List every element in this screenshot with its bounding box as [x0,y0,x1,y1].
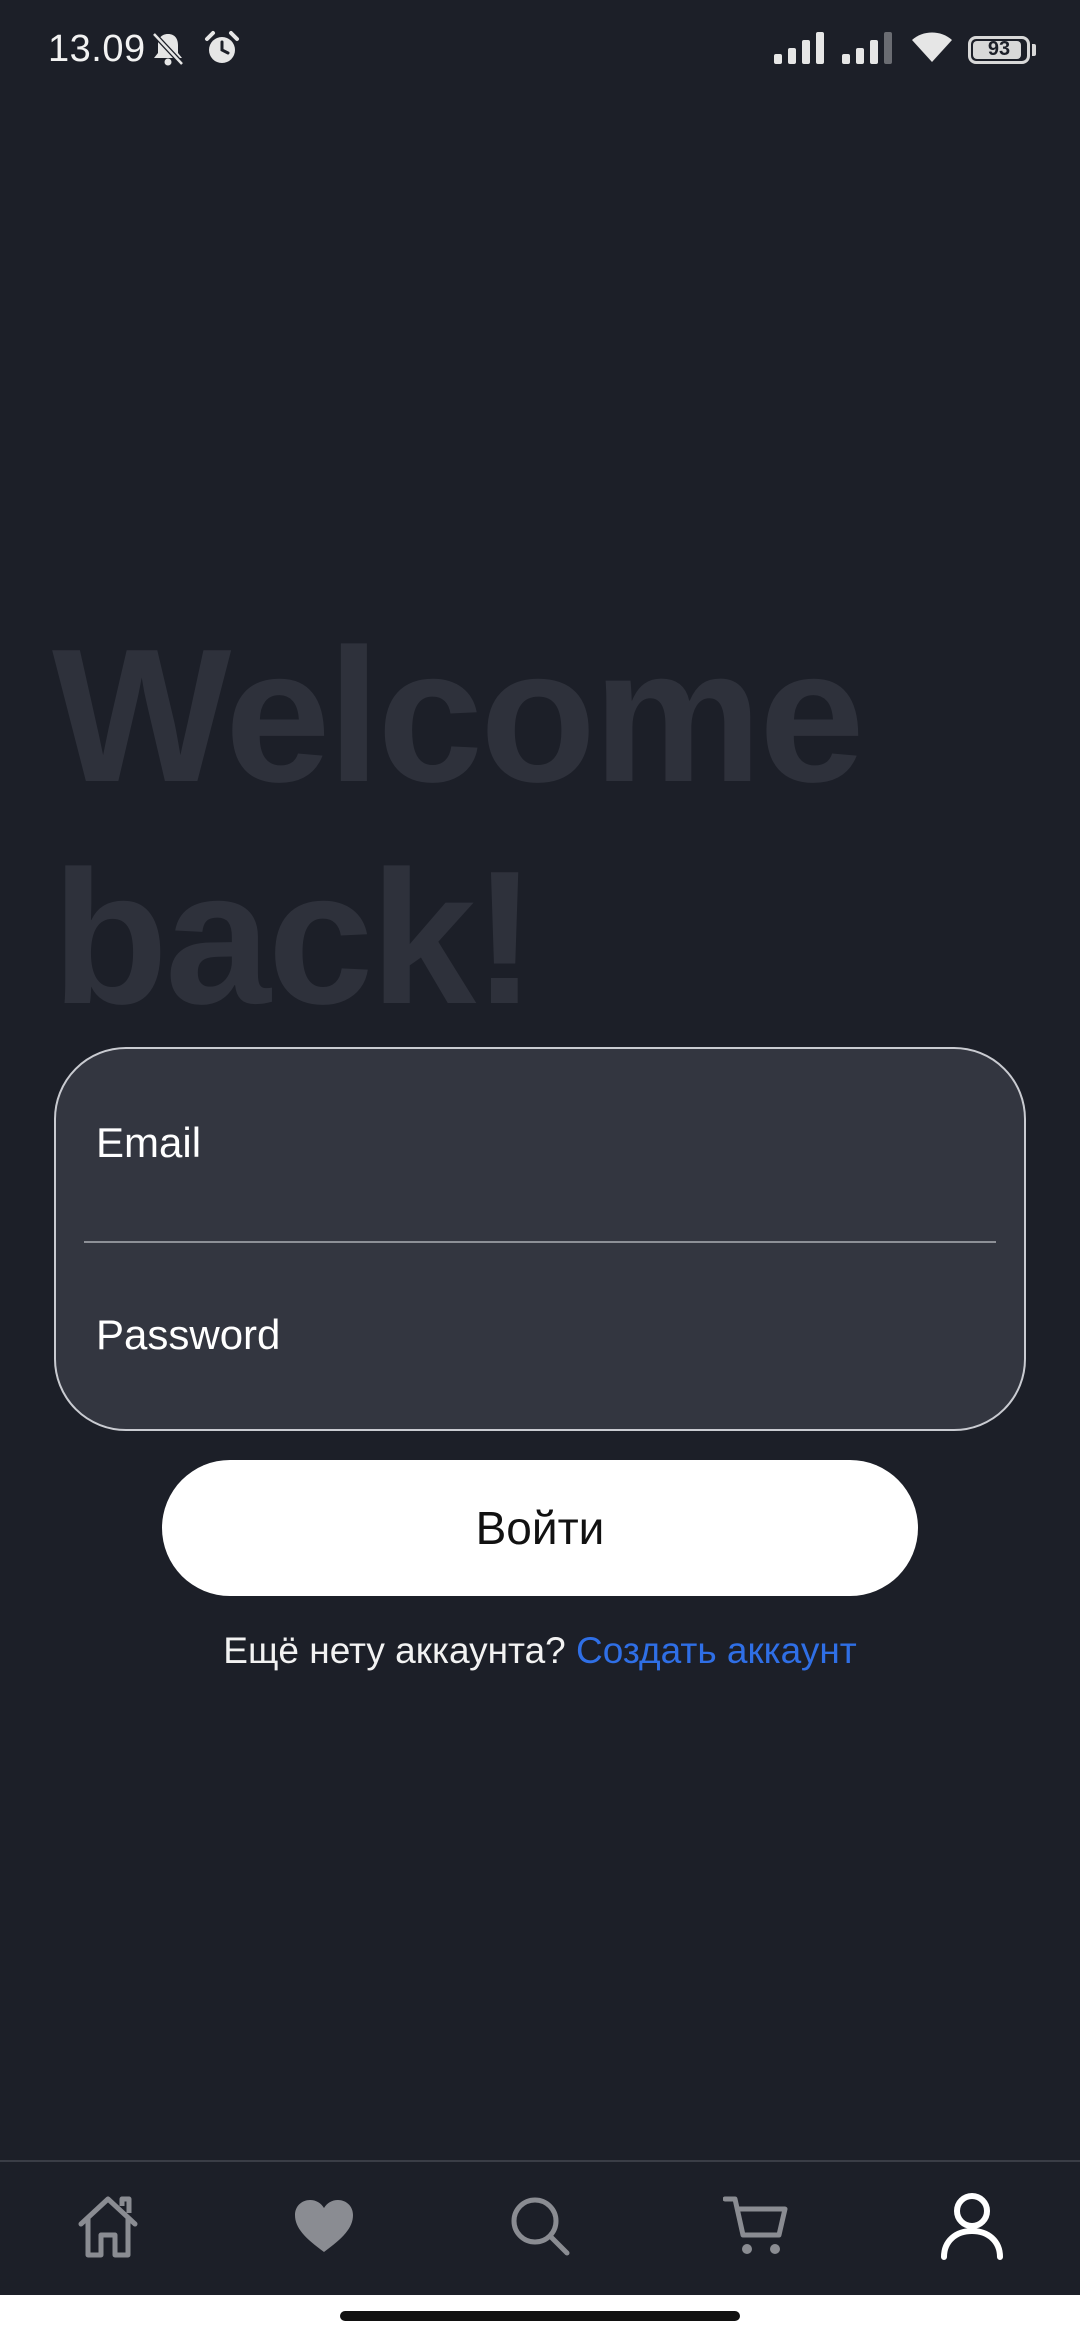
battery-icon: 93 [968,35,1030,64]
welcome-line-2: back! [52,832,536,1044]
home-gesture-bar[interactable] [340,2311,740,2321]
login-card: Email Password [54,1047,1026,1431]
status-right-icons: 93 [774,30,1036,69]
register-prompt-text: Ещё нету аккаунта? [223,1630,566,1671]
status-left-icons [148,28,242,73]
email-field[interactable]: Email [96,1119,976,1167]
bottom-nav [0,2160,1080,2295]
create-account-link[interactable]: Создать аккаунт [576,1630,857,1671]
bell-off-icon [148,28,188,73]
heart-icon [293,2198,355,2259]
wifi-icon [910,30,954,69]
search-icon [509,2195,571,2262]
nav-profile[interactable] [914,2171,1030,2287]
login-button-label: Войти [475,1502,605,1554]
field-divider [84,1241,996,1243]
login-screen: 13.09 93 Welcome back! Email Password Во… [0,0,1080,2340]
battery-level: 93 [987,38,1011,60]
password-placeholder: Password [96,1311,281,1358]
welcome-line-1: Welcome [52,610,865,822]
welcome-heading: Welcome back! [52,605,1012,1049]
password-field[interactable]: Password [96,1311,976,1359]
register-prompt: Ещё нету аккаунта? Создать аккаунт [0,1630,1080,1672]
signal-icon [774,30,828,69]
status-time: 13.09 [48,28,146,70]
nav-cart[interactable] [698,2171,814,2287]
home-icon [73,2191,143,2266]
nav-favorites[interactable] [266,2171,382,2287]
signal-icon [842,30,896,69]
nav-search[interactable] [482,2171,598,2287]
battery-cap [1032,43,1036,56]
cart-icon [722,2195,789,2262]
login-button[interactable]: Войти [162,1460,918,1596]
profile-icon [940,2191,1004,2266]
status-bar: 13.09 93 [0,0,1080,100]
email-placeholder: Email [96,1119,202,1166]
nav-home[interactable] [50,2171,166,2287]
alarm-icon [202,28,242,73]
